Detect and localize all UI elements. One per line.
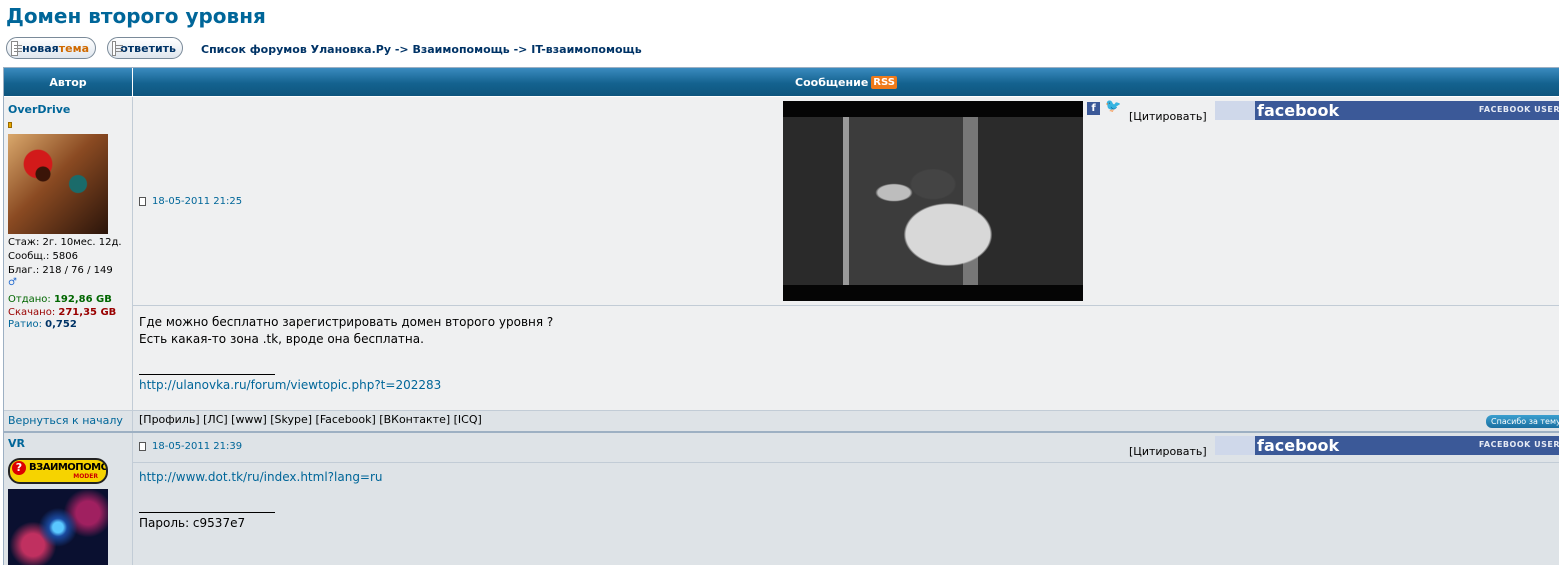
breadcrumb-mutual-help[interactable]: Взаимопомощь — [412, 43, 509, 56]
post2-date-text: 18-05-2011 21:39 — [152, 441, 243, 452]
signature-divider — [139, 512, 275, 513]
reply-label: ответить — [120, 41, 176, 55]
post1-signature-link[interactable]: http://ulanovka.ru/forum/viewtopic.php?t… — [139, 378, 441, 392]
signature-divider — [139, 374, 275, 375]
post2-author-name[interactable]: VR — [8, 437, 25, 450]
post2-signature: Пароль: c9537e7 — [139, 516, 246, 530]
post1-thanks: Благ.: 218 / 76 / 149 — [8, 265, 113, 276]
reply-button[interactable]: ответить — [107, 37, 183, 59]
twitter-share-icon[interactable]: 🐦 — [1105, 99, 1121, 114]
header-message: Сообщение RSS — [133, 68, 1559, 96]
topic-title: Домен второго уровня — [6, 4, 266, 28]
header-message-label: Сообщение — [795, 75, 869, 89]
rank-icon — [8, 122, 12, 128]
new-topic-label-accent: тема — [58, 41, 89, 55]
row-divider — [133, 462, 1559, 463]
post1-profile-links[interactable]: [Профиль] [ЛС] [www] [Skype] [Facebook] … — [139, 413, 482, 426]
post-icon — [139, 197, 146, 206]
post1-body-line: Есть какая-то зона .tk, вроде она беспла… — [139, 332, 424, 346]
post2-date[interactable]: 18-05-2011 21:39 — [139, 441, 242, 452]
back-to-top-link[interactable]: Вернуться к началу — [8, 414, 123, 427]
row-divider — [4, 431, 1559, 433]
breadcrumb-sep: -> — [394, 43, 409, 56]
posts-table: Автор Сообщение RSS OverDrive Стаж: 2г. … — [3, 67, 1559, 565]
facebook-share-icon[interactable]: f — [1087, 102, 1100, 115]
post1-facebook-banner[interactable]: facebook FACEBOOK USER — [1215, 101, 1559, 120]
thanks-button[interactable]: Спасибо за тему — [1486, 415, 1559, 428]
reply-icon — [112, 40, 124, 56]
post1-avatar — [8, 134, 108, 234]
post1-messages: Сообщ.: 5806 — [8, 251, 78, 262]
column-divider — [132, 97, 133, 565]
row-divider — [4, 410, 1559, 411]
post1-uploaded: Отдано: 192,86 GB — [8, 294, 112, 305]
male-icon: ♂ — [8, 277, 17, 288]
breadcrumb: Список форумов Улановка.Ру -> Взаимопомо… — [201, 43, 642, 56]
rss-icon[interactable]: RSS — [871, 75, 897, 89]
post1-tenure: Стаж: 2г. 10мес. 12д. — [8, 237, 122, 248]
moderator-badge: ? ВЗАИМОПОМОЩЬ MODER — [8, 458, 108, 484]
post1-body: Где можно бесплатно зарегистрировать дом… — [139, 314, 553, 394]
post2-body: http://www.dot.tk/ru/index.html?lang=ru … — [139, 469, 383, 532]
post2-quote-link[interactable]: [Цитировать] — [1129, 445, 1207, 458]
post1-downloaded: Скачано: 271,35 GB — [8, 307, 117, 318]
breadcrumb-sep: -> — [513, 43, 528, 56]
new-topic-icon — [11, 40, 23, 56]
row-divider — [133, 305, 1559, 306]
post1-image — [783, 101, 1083, 301]
new-topic-button[interactable]: новая тема — [6, 37, 96, 59]
new-topic-label: новая — [22, 41, 59, 55]
post1-ratio: Ратио: 0,752 — [8, 319, 77, 330]
post2-facebook-banner[interactable]: facebook FACEBOOK USER — [1215, 436, 1559, 455]
post1-body-line: Где можно бесплатно зарегистрировать дом… — [139, 315, 554, 329]
header-author: Автор — [4, 68, 133, 96]
post2-avatar — [8, 489, 108, 565]
breadcrumb-it-help[interactable]: IT-взаимопомощь — [531, 43, 641, 56]
post1-author-name[interactable]: OverDrive — [8, 103, 70, 116]
post-icon — [139, 442, 146, 451]
post1-quote-link[interactable]: [Цитировать] — [1129, 110, 1207, 123]
post1-date-text: 18-05-2011 21:25 — [152, 196, 243, 207]
post1-date[interactable]: 18-05-2011 21:25 — [139, 196, 242, 207]
breadcrumb-forums[interactable]: Список форумов Улановка.Ру — [201, 43, 391, 56]
post2-body-link[interactable]: http://www.dot.tk/ru/index.html?lang=ru — [139, 470, 383, 484]
